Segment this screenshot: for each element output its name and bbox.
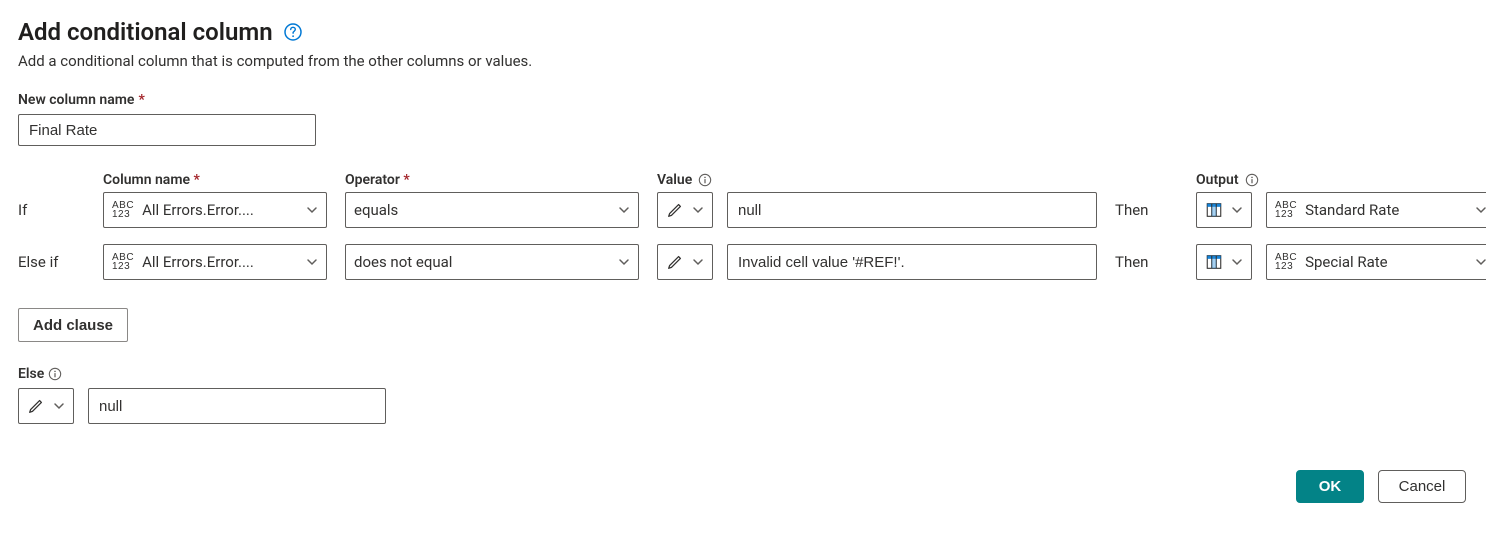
info-icon[interactable] [48,367,62,381]
column-icon [1205,253,1223,271]
output-value: Special Rate [1305,253,1388,271]
else-label: Else [18,366,44,382]
chevron-down-icon [692,204,704,216]
output-kind-picker[interactable] [1196,192,1252,228]
chevron-down-icon [618,256,630,268]
pencil-icon [666,253,684,271]
chevron-down-icon [306,204,318,216]
then-label: Then [1115,253,1178,271]
chevron-down-icon [1475,204,1486,216]
chevron-down-icon [1231,256,1243,268]
dialog-title: Add conditional column [18,18,273,46]
else-if-label: Else if [18,253,85,271]
chevron-down-icon [53,400,65,412]
datatype-any-icon: ABC123 [1275,201,1297,219]
chevron-down-icon [692,256,704,268]
value-input[interactable] [727,192,1097,228]
then-label: Then [1115,201,1178,219]
operator-select[interactable]: equals [345,192,639,228]
pencil-icon [27,397,45,415]
cancel-button[interactable]: Cancel [1378,470,1466,503]
chevron-down-icon [306,256,318,268]
info-icon[interactable] [698,173,712,187]
datatype-any-icon: ABC123 [112,201,134,219]
clause-row: Else if ABC123 All Errors.Error.... does… [18,244,1468,280]
if-label: If [18,201,85,219]
value-kind-picker[interactable] [657,192,713,228]
new-column-name-input[interactable] [18,114,316,146]
value-input[interactable] [727,244,1097,280]
column-name-header: Column name [103,172,327,188]
chevron-down-icon [1475,256,1486,268]
add-clause-button[interactable]: Add clause [18,308,128,342]
operator-header: Operator [345,172,639,188]
operator-select[interactable]: does not equal [345,244,639,280]
info-icon[interactable] [1245,173,1259,187]
else-kind-picker[interactable] [18,388,74,424]
chevron-down-icon [1231,204,1243,216]
column-name-select[interactable]: ABC123 All Errors.Error.... [103,192,327,228]
output-kind-picker[interactable] [1196,244,1252,280]
output-select[interactable]: ABC123 Standard Rate [1266,192,1486,228]
value-kind-picker[interactable] [657,244,713,280]
new-column-name-label: New column name [18,92,1468,108]
chevron-down-icon [618,204,630,216]
ok-button[interactable]: OK [1296,470,1364,503]
output-header: Output [1196,172,1239,188]
datatype-any-icon: ABC123 [1275,253,1297,271]
clause-row: If ABC123 All Errors.Error.... equals T [18,192,1468,228]
column-name-select[interactable]: ABC123 All Errors.Error.... [103,244,327,280]
value-header: Value [657,172,692,188]
else-value-input[interactable] [88,388,386,424]
datatype-any-icon: ABC123 [112,253,134,271]
operator-value: equals [354,201,398,219]
output-select[interactable]: ABC123 Special Rate [1266,244,1486,280]
column-name-value: All Errors.Error.... [142,201,254,219]
column-name-value: All Errors.Error.... [142,253,254,271]
pencil-icon [666,201,684,219]
help-icon[interactable] [283,22,303,42]
dialog-subtitle: Add a conditional column that is compute… [18,52,1468,70]
operator-value: does not equal [354,253,452,271]
output-value: Standard Rate [1305,201,1399,219]
column-icon [1205,201,1223,219]
